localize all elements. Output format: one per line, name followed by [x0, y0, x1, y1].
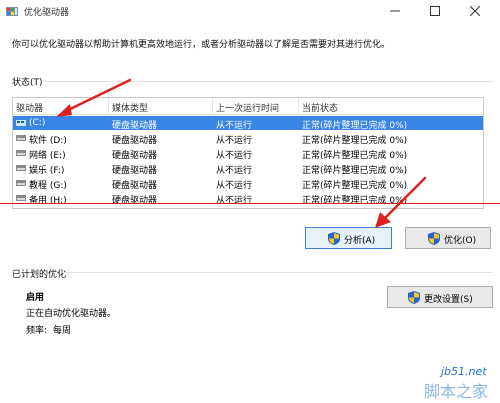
description-text: 你可以优化驱动器以帮助计算机更高效地运行，或者分析驱动器以了解是否需要对其进行优… — [12, 40, 391, 50]
change-settings-button[interactable]: 更改设置(S) — [387, 286, 493, 308]
column-header-media-type[interactable]: 媒体类型 — [112, 101, 148, 114]
current-status: 正常(碎片整理已完成 0%) — [302, 136, 408, 146]
shield-icon — [428, 232, 440, 245]
hard-drive-icon — [16, 150, 26, 156]
drive-name: 网络 (E:) — [29, 151, 66, 161]
windows-drive-icon — [16, 120, 26, 126]
last-run: 从不运行 — [216, 121, 253, 131]
scheduled-divider — [62, 272, 493, 273]
close-button[interactable] — [460, 0, 490, 22]
frequency-value: 每周 — [53, 326, 72, 336]
drive-row[interactable]: (C:) 硬盘驱动器 从不运行 正常(碎片整理已完成 0%) — [13, 116, 483, 131]
current-status: 正常(碎片整理已完成 0%) — [302, 166, 408, 176]
column-separator[interactable] — [108, 98, 109, 114]
drive-name: 备用 (H:) — [29, 196, 67, 206]
hard-drive-icon — [16, 135, 26, 141]
hard-drive-icon — [16, 165, 26, 171]
hard-drive-icon — [16, 195, 26, 201]
last-run: 从不运行 — [216, 181, 253, 191]
media-type: 硬盘驱动器 — [112, 121, 158, 131]
drive-list[interactable]: 驱动器 媒体类型 上一次运行时间 当前状态 (C:) 硬盘驱动器 从不运行 正常… — [12, 97, 484, 209]
media-type: 硬盘驱动器 — [112, 181, 158, 191]
last-run: 从不运行 — [216, 166, 253, 176]
drive-row[interactable]: 教程 (G:) 硬盘驱动器 从不运行 正常(碎片整理已完成 0%) — [13, 176, 483, 191]
drive-name: 软件 (D:) — [29, 136, 67, 146]
optimize-button-label: 优化(O) — [444, 236, 477, 246]
window-title: 优化驱动器 — [24, 8, 70, 18]
drive-name: 教程 (G:) — [29, 181, 67, 191]
drive-row[interactable]: 软件 (D:) 硬盘驱动器 从不运行 正常(碎片整理已完成 0%) — [13, 131, 483, 146]
change-settings-button-label: 更改设置(S) — [424, 295, 473, 305]
column-header-drive[interactable]: 驱动器 — [16, 101, 43, 114]
status-section-label: 状态(T) — [12, 78, 43, 88]
shield-icon — [328, 232, 340, 245]
maximize-button[interactable] — [420, 0, 450, 22]
minimize-button[interactable] — [380, 0, 410, 22]
analyze-button[interactable]: 分析(A) — [305, 227, 392, 249]
hard-drive-icon — [16, 180, 26, 186]
minimize-icon — [390, 10, 400, 12]
defrag-app-icon — [6, 7, 18, 16]
scheduled-section-label: 已计划的优化 — [12, 270, 67, 280]
schedule-enabled-label: 启用 — [26, 293, 45, 303]
current-status: 正常(碎片整理已完成 0%) — [302, 181, 408, 191]
maximize-icon — [430, 6, 440, 16]
arrow-head — [375, 212, 391, 228]
current-status: 正常(碎片整理已完成 0%) — [302, 196, 408, 206]
close-icon — [470, 6, 480, 16]
drive-list-header: 驱动器 媒体类型 上一次运行时间 当前状态 — [13, 98, 483, 115]
annotation-red-line — [0, 203, 500, 204]
column-header-current-status[interactable]: 当前状态 — [302, 101, 338, 114]
last-run: 从不运行 — [216, 151, 253, 161]
watermark-name: 脚本之家 — [424, 382, 489, 401]
optimize-button[interactable]: 优化(O) — [405, 227, 491, 249]
media-type: 硬盘驱动器 — [112, 166, 158, 176]
media-type: 硬盘驱动器 — [112, 151, 158, 161]
column-header-last-run[interactable]: 上一次运行时间 — [216, 101, 279, 114]
drive-name: 娱乐 (F:) — [29, 166, 65, 176]
current-status: 正常(碎片整理已完成 0%) — [302, 121, 408, 131]
column-separator[interactable] — [298, 98, 299, 114]
analyze-button-label: 分析(A) — [344, 236, 376, 246]
last-run: 从不运行 — [216, 136, 253, 146]
shield-icon — [408, 291, 420, 304]
media-type: 硬盘驱动器 — [112, 196, 158, 206]
title-bar: 优化驱动器 — [0, 0, 500, 22]
drive-name: (C:) — [29, 118, 46, 128]
current-status: 正常(碎片整理已完成 0%) — [302, 151, 408, 161]
frequency-label: 频率: — [26, 326, 48, 336]
status-divider — [45, 81, 493, 82]
drive-row[interactable]: 娱乐 (F:) 硬盘驱动器 从不运行 正常(碎片整理已完成 0%) — [13, 161, 483, 176]
column-separator[interactable] — [212, 98, 213, 114]
drive-row[interactable]: 网络 (E:) 硬盘驱动器 从不运行 正常(碎片整理已完成 0%) — [13, 146, 483, 161]
media-type: 硬盘驱动器 — [112, 136, 158, 146]
schedule-status-text: 正在自动优化驱动器。 — [26, 309, 117, 319]
schedule-frequency: 频率: 每周 — [26, 323, 71, 336]
last-run: 从不运行 — [216, 196, 253, 206]
watermark-site: jb51.net — [441, 365, 487, 378]
